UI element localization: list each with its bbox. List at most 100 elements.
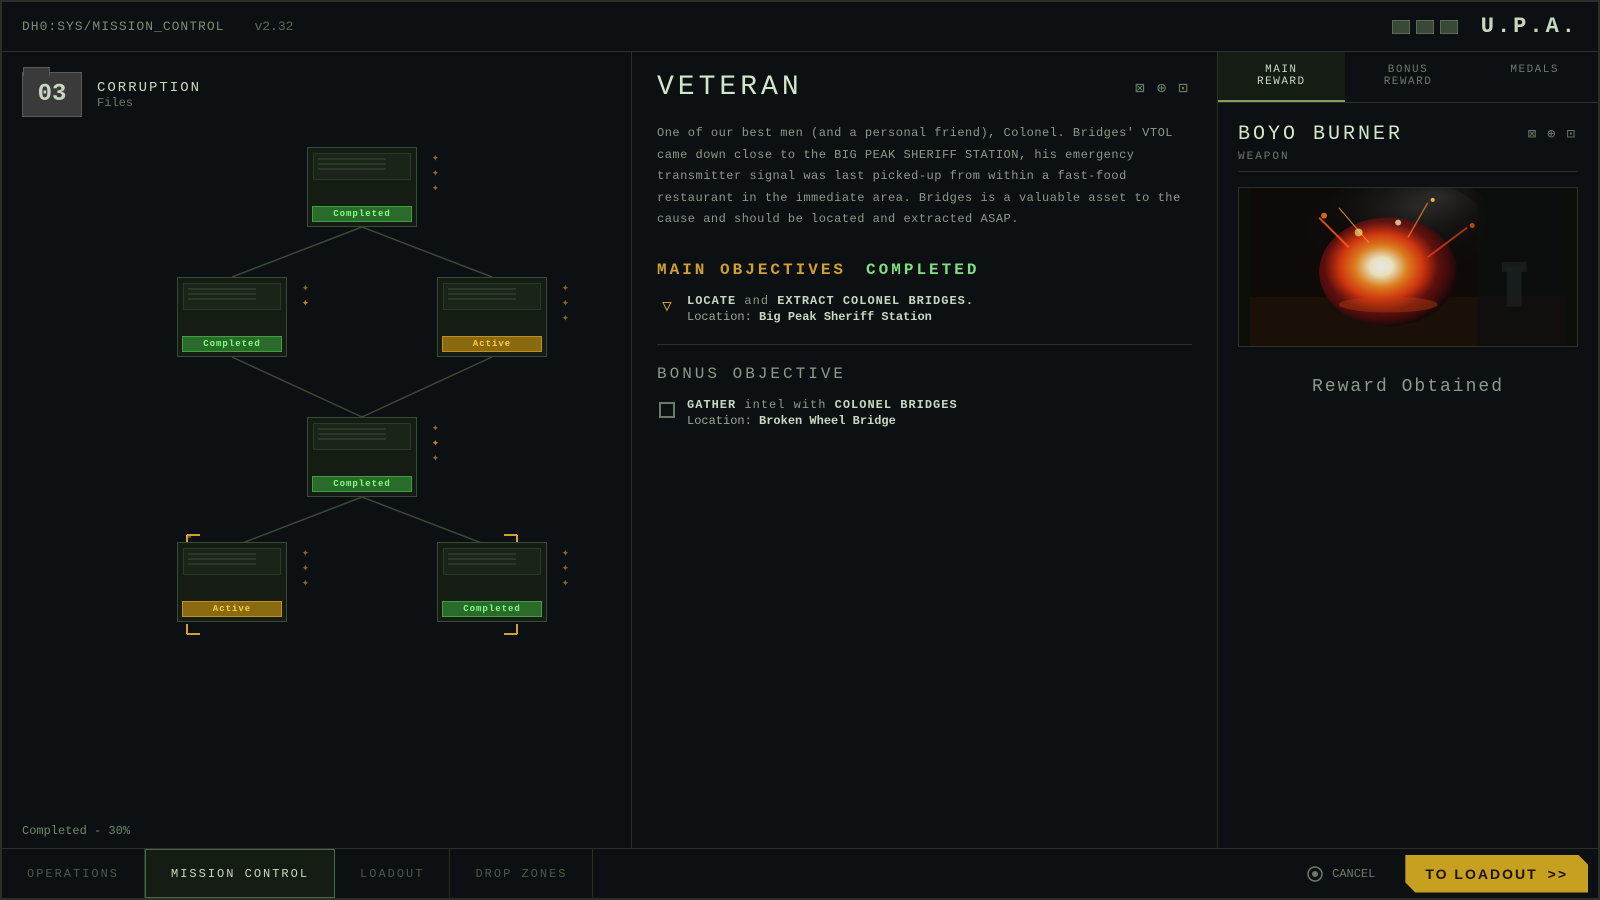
star: ✦ [562, 282, 569, 294]
cancel-icon [1306, 865, 1324, 883]
star: ✦ [562, 312, 569, 324]
node-card-4: Completed [307, 417, 417, 497]
mission-description: One of our best men (and a personal frie… [657, 123, 1192, 231]
reward-content: BOYO BURNER ⊠ ⊕ ⊡ WEAPON [1218, 103, 1598, 848]
star: ✦ [432, 452, 439, 464]
close-icon[interactable] [1440, 20, 1458, 34]
cancel-button[interactable]: CANCEL [1286, 849, 1395, 898]
middle-panel: VETERAN ⊠ ⊕ ⊡ One of our best men (and a… [632, 52, 1218, 848]
bonus-item-1: GATHER intel with COLONEL BRIDGES Locati… [657, 398, 1192, 428]
bonus-line1: GATHER intel with COLONEL BRIDGES [687, 398, 958, 412]
nav-operations[interactable]: OPERATIONS [2, 849, 145, 898]
folder-info: CORRUPTION Files [97, 80, 201, 110]
loadout-label: TO LOADOUT [1425, 866, 1537, 882]
objectives-header: MAIN OBJECTIVES COMPLETED [657, 261, 1192, 279]
settings-icon[interactable]: ⊕ [1157, 78, 1171, 98]
mission-tree: Completed ✦ ✦ ✦ Completed ✦ ✦ [22, 147, 611, 667]
obj-action: LOCATE [687, 294, 736, 308]
star: ✦ [302, 297, 309, 309]
bonus-action: GATHER [687, 398, 736, 412]
objectives-section: MAIN OBJECTIVES COMPLETED ▽ LOCATE and E… [657, 261, 1192, 324]
folder-title: CORRUPTION [97, 80, 201, 96]
tab-main-reward[interactable]: MAINREWARD [1218, 52, 1345, 102]
objective-item-1: ▽ LOCATE and EXTRACT COLONEL BRIDGES. Lo… [657, 294, 1192, 324]
loadout-button[interactable]: TO LOADOUT >> [1405, 855, 1588, 893]
nav-drop-zones-label: DROP ZONES [475, 867, 567, 881]
bonus-section: BONUS OBJECTIVE GATHER intel with COLONE… [657, 365, 1192, 428]
node-badge-3: Active [442, 336, 542, 352]
tab-medals[interactable]: MEDALS [1471, 52, 1598, 102]
node-card-3: Active [437, 277, 547, 357]
star: ✦ [432, 422, 439, 434]
reward-type: WEAPON [1238, 151, 1578, 172]
star: ✦ [302, 547, 309, 559]
bonus-checkbox[interactable] [659, 402, 675, 418]
star: ✦ [432, 182, 439, 194]
mission-node-4[interactable]: Completed ✦ ✦ ✦ [307, 417, 417, 497]
mission-node-5[interactable]: Active ✦ ✦ ✦ [177, 542, 287, 622]
objective-line1: LOCATE and EXTRACT COLONEL BRIDGES. [687, 294, 974, 308]
logo: U.P.A. [1481, 14, 1578, 39]
mission-node-2[interactable]: Completed ✦ ✦ [177, 277, 287, 357]
maximize-icon[interactable] [1416, 20, 1434, 34]
objectives-status: COMPLETED [866, 261, 979, 279]
star: ✦ [562, 577, 569, 589]
mission-node-3[interactable]: Active ✦ ✦ ✦ [437, 277, 547, 357]
header: DH0:SYS/MISSION_CONTROL v2.32 U.P.A. [2, 2, 1598, 52]
minimize-icon[interactable] [1392, 20, 1410, 34]
node-card-6: Completed [437, 542, 547, 622]
objectives-title: MAIN OBJECTIVES [657, 261, 846, 279]
header-path: DH0:SYS/MISSION_CONTROL [22, 19, 224, 34]
mission-node-6[interactable]: Completed ✦ ✦ ✦ [437, 542, 547, 622]
title-icons: ⊠ ⊕ ⊡ [1135, 78, 1192, 98]
objective-location: Location: Big Peak Sheriff Station [687, 310, 974, 324]
mission-folder: 03 CORRUPTION Files [22, 72, 611, 117]
mission-node-1[interactable]: Completed ✦ ✦ ✦ [307, 147, 417, 227]
folder-subtitle: Files [97, 96, 201, 110]
node-card-5: Active [177, 542, 287, 622]
info-icon[interactable]: ⊠ [1135, 78, 1149, 98]
node-stars-6: ✦ ✦ ✦ [562, 547, 569, 589]
section-divider [657, 344, 1192, 345]
reward-obtained: Reward Obtained [1238, 377, 1578, 397]
right-panel: MAINREWARD BONUSREWARD MEDALS BOYO BURNE… [1218, 52, 1598, 848]
folder-icon: 03 [22, 72, 82, 117]
window-controls [1392, 20, 1458, 34]
obj-target: EXTRACT COLONEL BRIDGES. [777, 294, 974, 308]
objective-icon-1: ▽ [657, 296, 677, 316]
node-stars-4: ✦ ✦ ✦ [432, 422, 439, 464]
bottom-nav: OPERATIONS MISSION CONTROL LOADOUT DROP … [2, 848, 1598, 898]
app-container: DH0:SYS/MISSION_CONTROL v2.32 U.P.A. 03 … [0, 0, 1600, 900]
main-content: 03 CORRUPTION Files [2, 52, 1598, 848]
completion-bar: Completed - 30% [22, 824, 130, 838]
objective-text-1: LOCATE and EXTRACT COLONEL BRIDGES. Loca… [687, 294, 974, 324]
nav-operations-label: OPERATIONS [27, 867, 119, 881]
node-badge-1: Completed [312, 206, 412, 222]
expand-icon[interactable]: ⊡ [1178, 78, 1192, 98]
reward-expand-icon[interactable]: ⊡ [1567, 126, 1578, 143]
star: ✦ [432, 437, 439, 449]
bonus-title: BONUS OBJECTIVE [657, 365, 1192, 383]
reward-settings-icon[interactable]: ⊕ [1547, 126, 1558, 143]
star: ✦ [562, 297, 569, 309]
nav-drop-zones[interactable]: DROP ZONES [450, 849, 593, 898]
node-card-1: Completed [307, 147, 417, 227]
reward-info-icon[interactable]: ⊠ [1528, 126, 1539, 143]
nav-mission-control[interactable]: MISSION CONTROL [145, 849, 335, 898]
node-badge-5: Active [182, 601, 282, 617]
reward-title-icons: ⊠ ⊕ ⊡ [1528, 126, 1578, 143]
bonus-target: COLONEL BRIDGES [835, 398, 958, 412]
nav-loadout[interactable]: LOADOUT [335, 849, 450, 898]
node-stars-1: ✦ ✦ ✦ [432, 152, 439, 194]
star: ✦ [562, 547, 569, 559]
reward-image [1238, 187, 1578, 347]
mission-title-text: VETERAN [657, 72, 803, 103]
node-badge-4: Completed [312, 476, 412, 492]
bonus-icon-1 [657, 400, 677, 420]
weapon-image-svg [1239, 188, 1577, 346]
mission-title: VETERAN ⊠ ⊕ ⊡ [657, 72, 1192, 103]
node-card-2: Completed [177, 277, 287, 357]
nav-loadout-label: LOADOUT [360, 867, 424, 881]
reward-tabs: MAINREWARD BONUSREWARD MEDALS [1218, 52, 1598, 103]
tab-bonus-reward[interactable]: BONUSREWARD [1345, 52, 1472, 102]
